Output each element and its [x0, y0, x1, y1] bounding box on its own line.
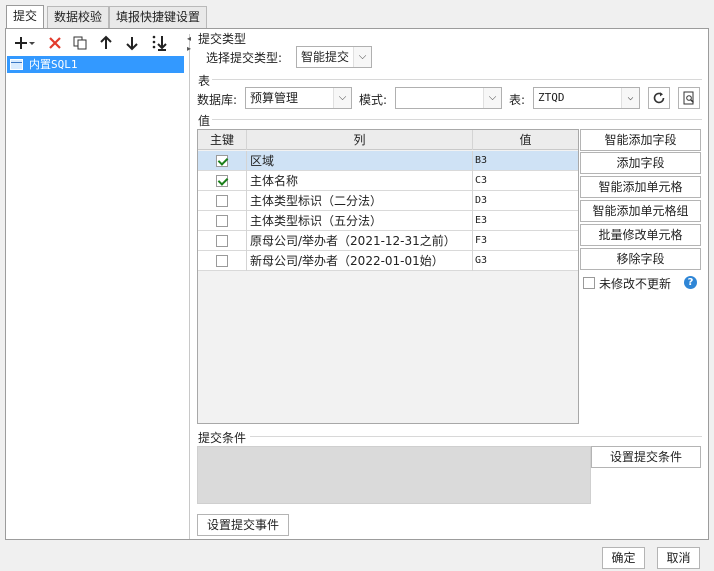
row-value[interactable]: E3 [475, 211, 575, 231]
set-submit-event-button[interactable]: 设置提交事件 [197, 514, 289, 536]
primary-key-checkbox[interactable] [216, 155, 228, 167]
table-label: 表: [509, 93, 526, 107]
row-column-name: 主体名称 [250, 174, 299, 188]
smart-add-cell-group-button[interactable]: 智能添加单元格组 [580, 200, 701, 222]
fields-table: 主键 列 值 区域 B3 主体名称 C3 主体类型标识（二分法） D3 主体类型… [197, 129, 579, 424]
table-select[interactable]: ZTQD ⌵ [533, 87, 640, 109]
table-row[interactable]: 区域 B3 [198, 151, 578, 171]
move-down-icon[interactable] [123, 34, 141, 52]
submit-type-field-label: 选择提交类型: [206, 51, 283, 65]
divider [212, 119, 702, 120]
submit-type-value: 智能提交 [301, 50, 350, 64]
divider [250, 436, 702, 437]
database-value: 预算管理 [250, 91, 299, 105]
primary-key-checkbox[interactable] [216, 215, 228, 227]
table-section-label: 表 [198, 74, 211, 88]
add-field-button[interactable]: 添加字段 [580, 152, 701, 174]
chevron-down-icon: ⌵ [483, 88, 501, 108]
tree-item-sql[interactable]: 内置SQL1 [7, 56, 184, 73]
row-column-name: 主体类型标识（二分法） [250, 194, 383, 208]
table-value: ZTQD [538, 91, 565, 104]
refresh-button[interactable] [648, 87, 670, 109]
row-value[interactable]: G3 [475, 251, 575, 271]
dropdown-arrow-icon[interactable] [27, 34, 37, 52]
remove-field-button[interactable]: 移除字段 [580, 248, 701, 270]
chevron-down-icon: ⌵ [333, 88, 351, 108]
primary-key-checkbox[interactable] [216, 235, 228, 247]
tab-data-validation[interactable]: 数据校验 [47, 6, 110, 28]
row-column-name: 原母公司/举办者（2021-12-31之前） [250, 234, 456, 248]
schema-select[interactable]: ⌵ [395, 87, 502, 109]
database-label: 数据库: [197, 93, 238, 107]
cancel-button[interactable]: 取消 [657, 547, 700, 569]
table-row[interactable]: 新母公司/举办者（2022-01-01始） G3 [198, 251, 578, 271]
tree-item-label: 内置SQL1 [29, 58, 78, 71]
row-value[interactable]: B3 [475, 151, 575, 171]
no-update-unmodified-label: 未修改不更新 [599, 277, 672, 291]
table-row[interactable]: 主体名称 C3 [198, 171, 578, 191]
help-icon[interactable]: ? [684, 276, 697, 289]
column-header-key: 主键 [209, 133, 234, 147]
row-column-name: 区域 [250, 154, 275, 168]
primary-key-checkbox[interactable] [216, 255, 228, 267]
primary-key-checkbox[interactable] [216, 195, 228, 207]
tab-fill-shortcut-settings[interactable]: 填报快捷键设置 [109, 6, 208, 28]
refresh-icon [653, 92, 665, 104]
chevron-down-icon: ⌵ [621, 88, 639, 108]
primary-key-checkbox[interactable] [216, 175, 228, 187]
column-header-value: 值 [519, 133, 532, 147]
table-header: 主键 列 值 [198, 130, 578, 150]
submit-type-select[interactable]: 智能提交 ⌵ [296, 46, 372, 68]
database-select[interactable]: 预算管理 ⌵ [245, 87, 352, 109]
row-column-name: 新母公司/举办者（2022-01-01始） [250, 254, 444, 268]
tab-submit[interactable]: 提交 [6, 5, 45, 29]
column-header-column: 列 [353, 133, 366, 147]
no-update-unmodified-checkbox[interactable] [583, 277, 595, 289]
row-value[interactable]: F3 [475, 231, 575, 251]
row-column-name: 主体类型标识（五分法） [250, 214, 383, 228]
delete-icon[interactable] [46, 34, 64, 52]
row-value[interactable]: C3 [475, 171, 575, 191]
panel-splitter[interactable]: ◂ ▸ [186, 34, 192, 539]
search-document-icon [683, 91, 694, 105]
submit-type-section-label: 提交类型 [198, 32, 247, 46]
sql-table-icon [10, 59, 23, 70]
smart-add-field-button[interactable]: 智能添加字段 [580, 129, 701, 151]
set-submit-condition-button[interactable]: 设置提交条件 [591, 446, 701, 468]
move-up-icon[interactable] [97, 34, 115, 52]
batch-modify-cell-button[interactable]: 批量修改单元格 [580, 224, 701, 246]
divider [212, 79, 702, 80]
row-value[interactable]: D3 [475, 191, 575, 211]
table-row[interactable]: 主体类型标识（五分法） E3 [198, 211, 578, 231]
sort-bottom-icon[interactable] [149, 34, 171, 52]
table-row[interactable]: 原母公司/举办者（2021-12-31之前） F3 [198, 231, 578, 251]
chevron-down-icon: ⌵ [353, 47, 371, 67]
preview-table-button[interactable] [678, 87, 700, 109]
values-section-label: 值 [198, 114, 211, 128]
ok-button[interactable]: 确定 [602, 547, 645, 569]
submit-condition-area[interactable] [197, 446, 591, 504]
table-row[interactable]: 主体类型标识（二分法） D3 [198, 191, 578, 211]
copy-icon[interactable] [71, 34, 89, 52]
submit-condition-section-label: 提交条件 [198, 431, 247, 445]
smart-add-cell-button[interactable]: 智能添加单元格 [580, 176, 701, 198]
schema-label: 模式: [359, 93, 388, 107]
